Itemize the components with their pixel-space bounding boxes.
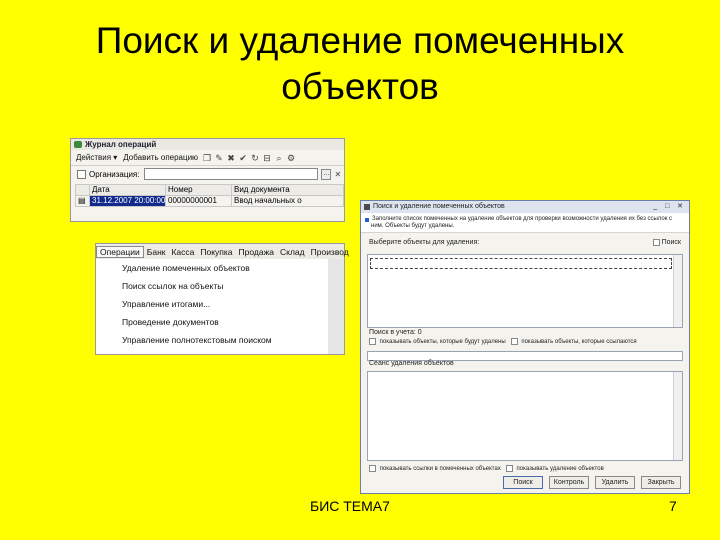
row-number[interactable]: 00000000001 bbox=[165, 195, 232, 207]
delete-icon[interactable]: ✖ bbox=[226, 153, 236, 163]
search-checkbox[interactable] bbox=[652, 238, 660, 246]
show-deletion-label: показывать удаление объектов bbox=[516, 466, 604, 472]
check-button[interactable]: Контроль bbox=[549, 476, 589, 489]
organization-filter-row: Организация: … ✕ bbox=[71, 166, 344, 182]
slide-footer: БИС ТЕМА7 bbox=[310, 498, 390, 514]
log-label-row: Сеанс удаления объектов bbox=[361, 358, 454, 370]
select-label: Выберите объекты для удаления: bbox=[369, 239, 480, 246]
column-header-date[interactable]: Дата bbox=[89, 184, 166, 196]
slide-title-line1: Поиск и удаление помеченных bbox=[95, 20, 625, 61]
dialog-info-text: Заполните список помеченных на удаление … bbox=[371, 216, 672, 229]
slide-page-number: 7 bbox=[669, 498, 677, 514]
post-icon[interactable]: ✔ bbox=[238, 153, 248, 163]
app-icon bbox=[74, 141, 82, 148]
filter-icon[interactable]: ⊟ bbox=[262, 153, 272, 163]
show-refs-checkbox[interactable] bbox=[510, 337, 518, 345]
dialog-info: Заполните список помеченных на удаление … bbox=[361, 213, 689, 233]
menu-warehouse[interactable]: Склад bbox=[277, 247, 308, 257]
column-header-doc-type[interactable]: Вид документа bbox=[231, 184, 344, 196]
operations-dropdown: Удаление помеченных объектов Поиск ссыло… bbox=[96, 259, 329, 353]
delete-marked-dialog: Поиск и удаление помеченных объектов _ □… bbox=[360, 200, 690, 494]
show-deletion-checkbox[interactable] bbox=[505, 464, 513, 472]
menu-purchase[interactable]: Покупка bbox=[197, 247, 235, 257]
bottom-options-row: показывать ссылки в помеченных объектах … bbox=[361, 463, 604, 475]
dialog-titlebar: Поиск и удаление помеченных объектов _ □… bbox=[361, 201, 689, 213]
objects-list-panel[interactable] bbox=[367, 254, 683, 328]
menu-operations[interactable]: Операции bbox=[96, 245, 144, 258]
menu-item-fulltext-search[interactable]: Управление полнотекстовым поиском bbox=[96, 331, 328, 349]
objects-list-scrollbar[interactable] bbox=[673, 255, 682, 327]
journal-window-titlebar: Журнал операций bbox=[71, 139, 344, 150]
select-row: Выберите объекты для удаления: Поиск bbox=[361, 237, 689, 249]
row-date[interactable]: 31.12.2007 20:00:00 bbox=[89, 195, 166, 207]
log-label: Сеанс удаления объектов bbox=[369, 360, 454, 367]
organization-input[interactable] bbox=[144, 168, 319, 180]
window-controls[interactable]: _ □ ✕ bbox=[653, 201, 686, 213]
dialog-icon bbox=[364, 204, 370, 210]
journal-table-header: Дата Номер Вид документа bbox=[75, 184, 344, 196]
menu-item-find-references[interactable]: Поиск ссылок на объекты bbox=[96, 277, 328, 295]
journal-toolbar: Действия ▾ Добавить операцию ❐ ✎ ✖ ✔ ↻ ⊟… bbox=[71, 150, 344, 166]
column-header-icon[interactable] bbox=[75, 184, 90, 196]
column-header-number[interactable]: Номер bbox=[165, 184, 232, 196]
menu-item-manage-totals[interactable]: Управление итогами... bbox=[96, 295, 328, 313]
row-doc-type[interactable]: Ввод начальных о bbox=[231, 195, 344, 207]
dialog-buttons: Поиск Контроль Удалить Закрыть bbox=[503, 476, 681, 489]
log-panel[interactable] bbox=[367, 371, 683, 461]
found-refs-label: Поиск в учета: 0 bbox=[369, 329, 422, 336]
organization-filter-checkbox[interactable] bbox=[77, 169, 86, 179]
log-scrollbar[interactable] bbox=[673, 372, 682, 460]
delete-button[interactable]: Удалить bbox=[595, 476, 635, 489]
find-icon[interactable]: ⌕ bbox=[274, 153, 284, 163]
menu-cash[interactable]: Касса bbox=[168, 247, 197, 257]
menu-side-strip bbox=[328, 259, 344, 354]
slide-title-line2: объектов bbox=[281, 66, 439, 107]
search-link[interactable]: Поиск bbox=[652, 237, 681, 249]
options-row: показывать объекты, которые будут удален… bbox=[361, 336, 637, 348]
operations-menu-window: Операции Банк Касса Покупка Продажа Скла… bbox=[95, 243, 349, 355]
show-links-checkbox[interactable] bbox=[369, 464, 376, 472]
close-button[interactable]: Закрыть bbox=[641, 476, 681, 489]
organization-label: Организация: bbox=[89, 169, 140, 179]
organization-select-button[interactable]: … bbox=[321, 168, 332, 180]
table-row[interactable]: ▤ 31.12.2007 20:00:00 00000000001 Ввод н… bbox=[75, 195, 344, 207]
slide-title: Поиск и удаление помеченных объектов bbox=[0, 18, 720, 110]
settings-icon[interactable]: ⚙ bbox=[286, 153, 296, 163]
show-links-label: показывать ссылки в помеченных объектах bbox=[379, 466, 501, 472]
show-marked-checkbox[interactable] bbox=[369, 337, 376, 345]
refresh-icon[interactable]: ↻ bbox=[250, 153, 260, 163]
journal-window-title: Журнал операций bbox=[85, 140, 157, 149]
main-menubar: Операции Банк Касса Покупка Продажа Скла… bbox=[96, 244, 349, 260]
show-refs-label: показывать объекты, которые ссылаются bbox=[521, 339, 637, 345]
journal-table: Дата Номер Вид документа ▤ 31.12.2007 20… bbox=[75, 184, 344, 207]
info-icon bbox=[365, 218, 369, 222]
objects-list-focus bbox=[370, 258, 672, 269]
organization-clear-icon[interactable]: ✕ bbox=[334, 170, 341, 179]
menu-sales[interactable]: Продажа bbox=[236, 247, 277, 257]
actions-menu-button[interactable]: Действия ▾ bbox=[74, 153, 119, 162]
edit-icon[interactable]: ✎ bbox=[214, 153, 224, 163]
document-icon: ▤ bbox=[75, 195, 90, 207]
add-operation-button[interactable]: Добавить операцию bbox=[121, 153, 200, 162]
journal-window: Журнал операций Действия ▾ Добавить опер… bbox=[70, 138, 345, 222]
menu-item-post-documents[interactable]: Проведение документов bbox=[96, 313, 328, 331]
show-marked-label: показывать объекты, которые будут удален… bbox=[379, 339, 506, 345]
search-label[interactable]: Поиск bbox=[662, 239, 681, 246]
menu-item-delete-marked[interactable]: Удаление помеченных объектов bbox=[96, 259, 328, 277]
dialog-title: Поиск и удаление помеченных объектов bbox=[373, 203, 505, 210]
copy-icon[interactable]: ❐ bbox=[202, 153, 212, 163]
menu-bank[interactable]: Банк bbox=[144, 247, 169, 257]
search-button[interactable]: Поиск bbox=[503, 476, 543, 489]
menu-production[interactable]: Производ bbox=[308, 247, 352, 257]
